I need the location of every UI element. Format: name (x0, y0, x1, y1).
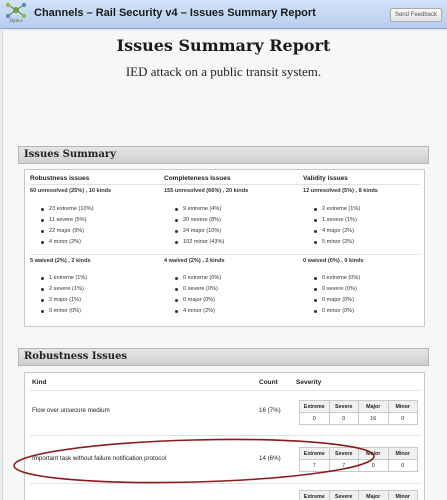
list-item: 4 major (2%) (314, 226, 360, 237)
list-item: 4 minor (2%) (175, 306, 221, 317)
list-item: 11 severe (5%) (41, 215, 93, 226)
severity-breakdown: Extreme Severe Major Minor (299, 490, 418, 500)
completeness-waived-list: 0 extreme (0%) 0 severe (0%) 0 major (0%… (175, 273, 221, 317)
table-row[interactable]: Extreme Severe Major Minor (30, 483, 421, 500)
major-value: 16 (358, 412, 389, 425)
extreme-value: 7 (299, 459, 330, 472)
minor-header: Minor (387, 447, 418, 460)
robustness-unresolved-list: 23 extreme (10%) 11 severe (5%) 22 major… (41, 204, 93, 248)
kind-column-header: Kind (32, 379, 47, 386)
validity-unresolved-summary: 12 unresolved (5%) , 8 kinds (303, 188, 378, 194)
extreme-header: Extreme (299, 400, 330, 413)
issue-kind: Important task without failure notificat… (32, 455, 167, 462)
report-subtitle: IED attack on a public transit system. (125, 64, 322, 79)
completeness-waived-summary: 4 waived (2%) , 2 kinds (164, 258, 225, 264)
robustness-waived-list: 1 extreme (1%) 2 severe (1%) 2 major (1%… (41, 273, 87, 317)
app-logo[interactable]: Hpie.e (3, 2, 29, 27)
list-item: 1 severe (1%) (314, 215, 360, 226)
severe-header: Severe (328, 447, 359, 460)
title-bar: Hpie.e Channels – Rail Security v4 – Iss… (0, 0, 447, 29)
divider (31, 184, 419, 185)
robustness-issues-table: Kind Count Severity Flow over unsecure m… (24, 372, 425, 500)
section-header-issues-summary: Issues Summary (18, 146, 429, 164)
severity-column-header: Severity (296, 379, 322, 386)
list-item: 23 extreme (10%) (41, 204, 93, 215)
issues-summary-panel: Robustness issues Completeness Issues Va… (24, 169, 425, 327)
list-item: 22 major (9%) (41, 226, 93, 237)
validity-unresolved-list: 2 extreme (1%) 1 severe (1%) 4 major (2%… (314, 204, 360, 248)
list-item: 2 major (1%) (41, 295, 87, 306)
issue-count: 14 (6%) (259, 455, 281, 462)
severe-value: 0 (328, 412, 359, 425)
list-item: 102 minor (43%) (175, 237, 224, 248)
minor-header: Minor (387, 400, 418, 413)
list-item: 0 extreme (0%) (175, 273, 221, 284)
list-item: 0 minor (0%) (41, 306, 87, 317)
section-title: Issues Summary (24, 149, 116, 160)
extreme-header: Extreme (299, 490, 330, 500)
list-item: 5 minor (2%) (314, 237, 360, 248)
validity-waived-summary: 0 waived (0%) , 0 kinds (303, 258, 364, 264)
list-item: 0 severe (0%) (314, 284, 360, 295)
list-item: 0 severe (0%) (175, 284, 221, 295)
severe-header: Severe (328, 490, 359, 500)
completeness-unresolved-summary: 155 unresolved (66%) , 20 kinds (164, 188, 249, 194)
severe-value: 7 (328, 459, 359, 472)
list-item: 2 extreme (1%) (314, 204, 360, 215)
list-item: 24 major (10%) (175, 226, 224, 237)
minor-value: 0 (387, 412, 418, 425)
list-item: 4 minor (2%) (41, 237, 93, 248)
validity-waived-list: 0 extreme (0%) 0 severe (0%) 0 major (0%… (314, 273, 360, 317)
list-item: 9 extreme (4%) (175, 204, 224, 215)
major-header: Major (358, 490, 389, 500)
list-item: 20 severe (8%) (175, 215, 224, 226)
molecule-logo-icon (5, 2, 27, 19)
report-title: Issues Summary Report (116, 36, 331, 55)
minor-value: 0 (387, 459, 418, 472)
list-item: 0 major (0%) (314, 295, 360, 306)
divider (31, 254, 419, 255)
list-item: 1 extreme (1%) (41, 273, 87, 284)
robustness-column-header: Robustness issues (30, 175, 90, 182)
list-item: 0 extreme (0%) (314, 273, 360, 284)
major-header: Major (358, 400, 389, 413)
minor-header: Minor (387, 490, 418, 500)
list-item: 2 severe (1%) (41, 284, 87, 295)
robustness-waived-summary: 5 waived (2%) , 2 kinds (30, 258, 91, 264)
count-column-header: Count (259, 379, 278, 386)
table-row[interactable]: Important task without failure notificat… (30, 435, 421, 483)
extreme-value: 0 (299, 412, 330, 425)
section-title: Robustness Issues (24, 351, 128, 362)
major-value: 0 (358, 459, 389, 472)
list-item: 0 major (0%) (175, 295, 221, 306)
robustness-unresolved-summary: 60 unresolved (25%) , 10 kinds (30, 188, 112, 194)
section-header-robustness-issues: Robustness Issues (18, 348, 429, 366)
window-title: Channels – Rail Security v4 – Issues Sum… (34, 7, 316, 19)
logo-text: Hpie.e (9, 19, 23, 24)
completeness-column-header: Completeness Issues (164, 175, 231, 182)
completeness-unresolved-list: 9 extreme (4%) 20 severe (8%) 24 major (… (175, 204, 224, 248)
issue-count: 16 (7%) (259, 407, 281, 414)
table-row[interactable]: Flow over unsecure medium 16 (7%) Extrem… (30, 390, 421, 432)
severity-breakdown: Extreme Severe Major Minor 0 0 16 0 (299, 400, 418, 425)
extreme-header: Extreme (299, 447, 330, 460)
validity-column-header: Validity issues (303, 175, 348, 182)
major-header: Major (358, 447, 389, 460)
severe-header: Severe (328, 400, 359, 413)
send-feedback-button[interactable]: Send Feedback (389, 8, 442, 22)
list-item: 0 minor (0%) (314, 306, 360, 317)
severity-breakdown: Extreme Severe Major Minor 7 7 0 0 (299, 447, 418, 472)
issue-kind: Flow over unsecure medium (32, 407, 110, 414)
